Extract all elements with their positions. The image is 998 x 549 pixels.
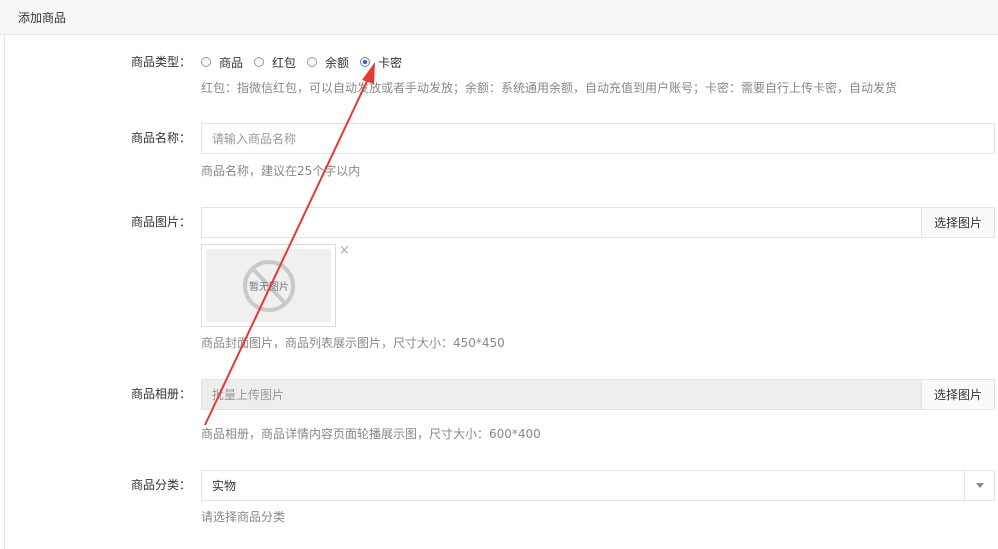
album-input <box>201 379 921 410</box>
image-help: 商品封面图片，商品列表展示图片，尺寸大小：450*450 <box>201 336 505 350</box>
image-preview-area: 暂无图片 × <box>5 244 998 328</box>
album-input-group: 选择图片 <box>201 379 995 410</box>
image-label: 商品图片： <box>130 215 191 229</box>
album-label: 商品相册： <box>130 387 191 401</box>
type-help: 红包：指微信红包，可以自动发放或者手动发放；余额：系统通用余额，自动充值到用户账… <box>201 81 898 95</box>
select-image-button[interactable]: 选择图片 <box>921 207 995 238</box>
radio-goods[interactable]: 商品 <box>201 54 243 71</box>
radio-circle-icon[interactable] <box>307 57 318 67</box>
image-preview: 暂无图片 <box>201 244 336 327</box>
radio-goods-label: 商品 <box>219 55 244 70</box>
category-select[interactable]: 实物 <box>201 470 995 501</box>
type-radio-group: 商品 红包 余额 卡密 <box>201 54 413 70</box>
album-help: 商品相册，商品详情内容页面轮播展示图，尺寸大小：600*400 <box>201 427 541 441</box>
radio-circle-icon[interactable] <box>201 57 211 67</box>
chevron-down-icon[interactable] <box>964 471 994 500</box>
radio-balance-label: 余额 <box>325 55 350 70</box>
name-label: 商品名称： <box>130 131 191 145</box>
radio-balance[interactable]: 余额 <box>307 54 349 71</box>
category-help: 请选择商品分类 <box>201 510 286 524</box>
image-input-group: 选择图片 <box>201 207 995 238</box>
no-image-text: 暂无图片 <box>249 280 289 293</box>
page-title: 添加商品 <box>18 11 67 25</box>
radio-circle-icon[interactable] <box>254 57 265 67</box>
image-path-input[interactable] <box>201 207 921 238</box>
name-help: 商品名称，建议在25个字以内 <box>201 164 361 178</box>
select-album-button[interactable]: 选择图片 <box>921 379 995 410</box>
form-body: 商品类型： 商品 红包 余额 卡密 红包：指微信红包，可以自动发放或者手动发放；… <box>4 35 998 549</box>
radio-redpacket[interactable]: 红包 <box>254 54 296 71</box>
radio-card-label: 卡密 <box>378 55 403 70</box>
panel-header: 添加商品 <box>0 0 998 35</box>
category-label: 商品分类： <box>130 478 191 492</box>
no-image-icon: 暂无图片 <box>242 259 295 312</box>
name-input[interactable] <box>201 123 995 154</box>
no-image-placeholder: 暂无图片 <box>206 249 331 322</box>
radio-card[interactable]: 卡密 <box>360 54 402 71</box>
radio-checked-icon[interactable] <box>360 57 371 67</box>
remove-image-icon[interactable]: × <box>339 244 350 258</box>
radio-redpacket-label: 红包 <box>272 55 297 70</box>
type-label: 商品类型： <box>130 55 191 69</box>
category-selected-value: 实物 <box>212 479 237 493</box>
